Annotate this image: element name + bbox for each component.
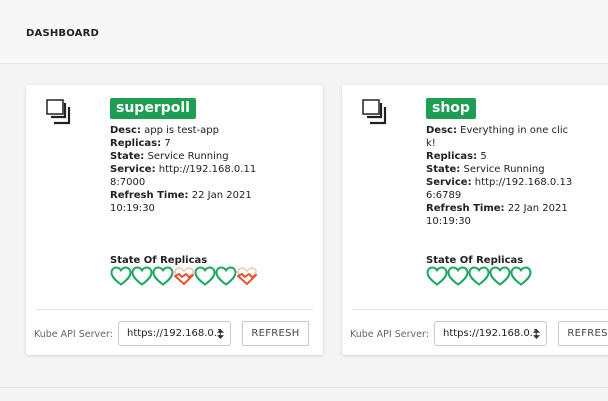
page-title: DASHBOARD <box>26 28 100 39</box>
kube-api-server-select[interactable]: https://192.168.0.1 <box>118 321 231 346</box>
heart-outline-icon <box>510 266 532 286</box>
replicas-state-title: State Of Replicas <box>110 255 208 266</box>
server-select-value: https://192.168.0.1 <box>443 328 540 339</box>
service-label: Service: <box>426 177 472 188</box>
desc-label: Desc: <box>426 125 457 136</box>
card-divider <box>352 309 608 310</box>
replicas-state-title: State Of Replicas <box>426 255 524 266</box>
replica-hearts <box>110 266 257 286</box>
refresh-time-label: Refresh Time: <box>426 203 505 214</box>
state-value: Service Running <box>463 164 545 175</box>
state-label: State: <box>110 151 145 162</box>
heart-outline-icon <box>468 266 490 286</box>
top-bar: DASHBOARD <box>0 0 608 64</box>
heart-outline-icon <box>426 266 448 286</box>
replicas-label: Replicas: <box>426 151 478 162</box>
service-info: Desc: app is test-app Replicas: 7 State:… <box>110 124 260 215</box>
refresh-button[interactable]: REFRESH <box>242 321 309 346</box>
heart-outline-icon <box>447 266 469 286</box>
heart-outline-icon <box>489 266 511 286</box>
desc-label: Desc: <box>110 125 141 136</box>
service-label: Service: <box>110 164 156 175</box>
card-divider <box>36 309 313 310</box>
refresh-time-label: Refresh Time: <box>110 190 189 201</box>
service-card-superpoll: superpoll Desc: app is test-app Replicas… <box>26 85 323 355</box>
desc-value: app is test-app <box>144 125 219 136</box>
service-name-badge: shop <box>426 98 476 119</box>
replica-hearts <box>426 266 532 286</box>
state-value: Service Running <box>147 151 229 162</box>
kube-api-server-label: Kube API Server: <box>34 329 113 340</box>
heart-outline-icon <box>110 266 132 286</box>
heart-outline-icon <box>194 266 216 286</box>
kube-api-server-label: Kube API Server: <box>350 329 429 340</box>
up-down-arrow-icon <box>533 322 540 349</box>
refresh-button[interactable]: REFRESH <box>558 321 608 346</box>
replicas-label: Replicas: <box>110 138 162 149</box>
heart-outline-icon <box>215 266 237 286</box>
up-down-arrow-icon <box>217 322 224 349</box>
stacked-windows-icon <box>362 99 387 125</box>
broken-heart-icon <box>174 267 194 285</box>
heart-outline-icon <box>152 266 174 286</box>
stacked-windows-icon <box>46 99 71 125</box>
service-card-shop: shop Desc: Everything in one click! Repl… <box>342 85 608 355</box>
heart-outline-icon <box>131 266 153 286</box>
broken-heart-icon <box>237 267 257 285</box>
service-info: Desc: Everything in one click! Replicas:… <box>426 124 576 228</box>
kube-api-server-select[interactable]: https://192.168.0.1 <box>434 321 547 346</box>
service-name-badge: superpoll <box>110 98 196 119</box>
replicas-value: 5 <box>480 151 487 162</box>
bottom-divider <box>0 387 608 388</box>
state-label: State: <box>426 164 461 175</box>
server-select-value: https://192.168.0.1 <box>127 328 224 339</box>
replicas-value: 7 <box>164 138 171 149</box>
